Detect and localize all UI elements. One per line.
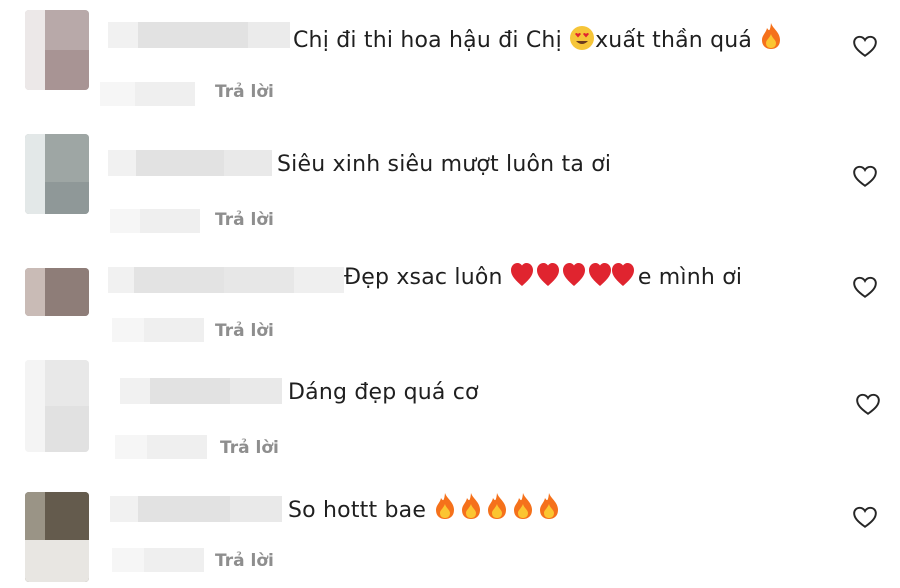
reply-button[interactable]: Trả lời xyxy=(215,82,274,102)
comment-text-part: So hottt bae xyxy=(288,498,434,523)
reply-button[interactable]: Trả lời xyxy=(215,551,274,571)
comment-item: Đẹp xsac luôn e mình ơi Trả lời xyxy=(0,250,900,360)
reply-button[interactable]: Trả lời xyxy=(215,321,274,341)
comment-text: Đẹp xsac luôn e mình ơi xyxy=(344,262,742,293)
comment-text-part: e mình ơi xyxy=(637,265,743,290)
comment-text-part: Chị đi thi hoa hậu đi Chị xyxy=(293,28,570,53)
comment-text: Siêu xinh siêu mượt luôn ta ơi xyxy=(277,152,612,177)
fire-emoji xyxy=(762,23,781,49)
comment-text: Chị đi thi hoa hậu đi Chị xuất thần quá xyxy=(293,22,783,56)
comment-text-part: xuất thần quá xyxy=(595,28,760,53)
fire-emoji xyxy=(433,493,561,523)
avatar[interactable] xyxy=(25,10,89,90)
avatar[interactable] xyxy=(25,268,89,316)
timestamp-blurred xyxy=(100,82,195,106)
timestamp-blurred xyxy=(112,318,204,342)
heart-outline-icon[interactable] xyxy=(852,275,878,299)
timestamp-blurred xyxy=(110,209,200,233)
timestamp-blurred xyxy=(112,548,204,572)
timestamp-blurred xyxy=(115,435,207,459)
heart-outline-icon[interactable] xyxy=(855,392,881,416)
username-blurred[interactable] xyxy=(108,22,290,48)
comment-item: Dáng đẹp quá cơ Trả lời xyxy=(0,360,900,470)
comment-text-part: Đẹp xsac luôn xyxy=(344,265,510,290)
heart-outline-icon[interactable] xyxy=(852,164,878,188)
username-blurred[interactable] xyxy=(108,267,344,293)
comment-text: Dáng đẹp quá cơ xyxy=(288,380,479,405)
reply-button[interactable]: Trả lời xyxy=(220,438,279,458)
heart-outline-icon[interactable] xyxy=(852,505,878,529)
heart-outline-icon[interactable] xyxy=(852,34,878,58)
avatar[interactable] xyxy=(25,134,89,214)
comment-text: So hottt bae xyxy=(288,492,561,526)
reply-button[interactable]: Trả lời xyxy=(215,210,274,230)
comment-item: Siêu xinh siêu mượt luôn ta ơi Trả lời xyxy=(0,130,900,240)
comment-item: Chị đi thi hoa hậu đi Chị xuất thần quá … xyxy=(0,0,900,110)
username-blurred[interactable] xyxy=(110,496,282,522)
avatar[interactable] xyxy=(25,360,89,452)
username-blurred[interactable] xyxy=(108,150,272,176)
username-blurred[interactable] xyxy=(120,378,282,404)
avatar[interactable] xyxy=(25,492,89,582)
red-heart-emoji xyxy=(510,263,638,290)
comment-item: So hottt bae Trả lời xyxy=(0,478,900,588)
heart-eyes-emoji xyxy=(570,26,595,50)
